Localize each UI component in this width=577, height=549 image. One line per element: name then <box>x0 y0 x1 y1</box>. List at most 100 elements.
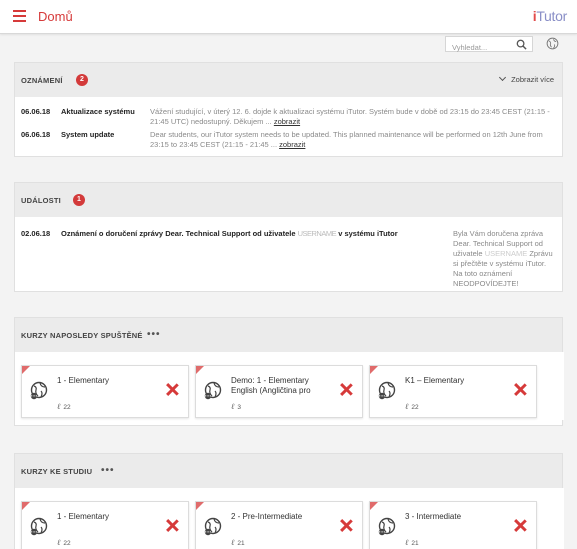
lesson-icon: ℓ <box>57 538 61 547</box>
course-title: 2 - Pre-Intermediate <box>231 512 303 521</box>
show-more-button[interactable]: Zobrazit více <box>499 73 554 84</box>
course-title: Demo: 1 - Elementary English (Angličtina… <box>231 376 311 395</box>
lesson-count-value: 3 <box>237 404 241 411</box>
lesson-icon: ℓ <box>405 402 409 411</box>
course-card[interactable]: ••• 3 - Intermediate ℓ 21 <box>369 501 537 549</box>
study-courses-title: KURZY KE STUDIU <box>21 467 93 476</box>
corner-marker <box>196 502 204 510</box>
chevron-down-icon <box>499 73 507 82</box>
events-title: UDÁLOSTI <box>21 196 61 205</box>
recent-courses-header: KURZY NAPOSLEDY SPUŠTĚNÉ ••• <box>15 318 562 352</box>
announcement-text: Vážení studující, v úterý 12. 6. dojde k… <box>150 107 550 127</box>
search-input[interactable] <box>446 40 510 55</box>
blurred-username: USERNAME <box>297 229 337 238</box>
globe-icon[interactable] <box>546 37 559 50</box>
svg-text:•••: ••• <box>378 529 385 534</box>
course-title: K1 – Elementary <box>405 376 465 385</box>
course-globe-icon: ••• <box>204 517 222 536</box>
study-courses-panel: KURZY KE STUDIU ••• ••• 1 - Elementary ℓ… <box>14 453 564 549</box>
event-title: Oznámení o doručení zprávy Dear. Technic… <box>61 229 398 238</box>
course-title: 1 - Elementary <box>57 512 110 521</box>
event-title-suffix: v systému iTutor <box>338 229 398 238</box>
course-globe-icon: ••• <box>378 517 396 536</box>
course-card[interactable]: ••• 2 - Pre-Intermediate ℓ 21 <box>195 501 363 549</box>
lesson-count-value: 22 <box>63 404 71 411</box>
svg-text:•••: ••• <box>204 529 211 534</box>
remove-course-icon[interactable] <box>340 519 352 531</box>
course-card[interactable]: ••• 1 - Elementary ℓ 22 <box>21 501 189 549</box>
announcements-title: OZNÁMENÍ <box>21 76 63 85</box>
announcement-date: 06.06.18 <box>21 130 51 139</box>
announcement-title: System update <box>61 130 115 139</box>
remove-course-icon[interactable] <box>514 519 526 531</box>
svg-text:•••: ••• <box>30 529 37 534</box>
lesson-count-value: 22 <box>63 540 71 547</box>
announcement-text-body: Vážení studující, v úterý 12. 6. dojde k… <box>150 107 550 126</box>
corner-marker <box>196 366 204 374</box>
event-text: Byla Vám doručena zpráva Dear. Technical… <box>453 229 557 289</box>
announcement-title: Aktualizace systému <box>61 107 135 116</box>
more-options-icon[interactable]: ••• <box>101 465 115 476</box>
lesson-icon: ℓ <box>231 538 235 547</box>
course-card[interactable]: ••• K1 – Elementary ℓ 22 <box>369 365 537 418</box>
events-panel: UDÁLOSTI 1 02.06.18 Oznámení o doručení … <box>14 182 563 292</box>
event-date: 02.06.18 <box>21 229 51 238</box>
lesson-icon: ℓ <box>57 402 61 411</box>
itutor-logo[interactable]: iTutor <box>533 8 568 24</box>
remove-course-icon[interactable] <box>340 383 352 395</box>
svg-text:•••: ••• <box>30 393 37 398</box>
course-lesson-count: ℓ 22 <box>405 402 419 411</box>
announcement-text-body: Dear students, our iTutor system needs t… <box>150 130 543 149</box>
course-lesson-count: ℓ3 <box>231 402 241 411</box>
remove-course-icon[interactable] <box>166 383 178 395</box>
announcements-badge: 2 <box>76 74 88 86</box>
course-card[interactable]: ••• 1 - Elementary ℓ 22 <box>21 365 189 418</box>
course-lesson-count: ℓ 21 <box>405 538 419 547</box>
corner-marker <box>22 366 30 374</box>
course-lesson-count: ℓ 22 <box>57 402 71 411</box>
svg-text:•••: ••• <box>204 393 211 398</box>
announcements-header: OZNÁMENÍ 2 Zobrazit více <box>15 63 562 97</box>
announcement-text: Dear students, our iTutor system needs t… <box>150 130 550 150</box>
lesson-count-value: 21 <box>237 540 245 547</box>
search-icon[interactable] <box>516 39 527 50</box>
recent-courses-list: ••• 1 - Elementary ℓ 22 ••• Demo: 1 - Ele… <box>15 352 564 420</box>
corner-marker <box>370 502 378 510</box>
study-courses-header: KURZY KE STUDIU ••• <box>15 454 562 488</box>
recent-courses-title: KURZY NAPOSLEDY SPUŠTĚNÉ <box>21 331 143 340</box>
event-item[interactable]: 02.06.18 Oznámení o doručení zprávy Dear… <box>15 217 564 289</box>
course-lesson-count: ℓ 22 <box>57 538 71 547</box>
course-title: 3 - Intermediate <box>405 512 462 521</box>
announcement-date: 06.06.18 <box>21 107 51 116</box>
page-title: Domů <box>38 9 73 24</box>
course-card[interactable]: ••• Demo: 1 - Elementary English (Anglič… <box>195 365 363 418</box>
corner-marker <box>22 502 30 510</box>
event-title-prefix: Oznámení o doručení zprávy Dear. Technic… <box>61 229 296 238</box>
events-badge: 1 <box>73 194 85 206</box>
lesson-count-value: 22 <box>411 404 419 411</box>
study-courses-list: ••• 1 - Elementary ℓ 22 ••• 2 - Pre-Inter… <box>15 488 564 549</box>
announcements-panel: OZNÁMENÍ 2 Zobrazit více 06.06.18 Aktual… <box>14 62 563 157</box>
lesson-icon: ℓ <box>405 538 409 547</box>
remove-course-icon[interactable] <box>514 383 526 395</box>
course-globe-icon: ••• <box>30 517 48 536</box>
recent-courses-panel: KURZY NAPOSLEDY SPUŠTĚNÉ ••• ••• 1 - Ele… <box>14 317 564 426</box>
remove-course-icon[interactable] <box>166 519 178 531</box>
search-box <box>445 36 533 55</box>
course-globe-icon: ••• <box>30 381 48 400</box>
show-more-label: Zobrazit více <box>511 75 554 84</box>
hamburger-icon[interactable] <box>13 10 26 22</box>
announcement-show-link[interactable]: zobrazit <box>279 140 305 149</box>
course-globe-icon: ••• <box>204 381 222 400</box>
events-header: UDÁLOSTI 1 <box>15 183 562 217</box>
lesson-count-value: 21 <box>411 540 419 547</box>
course-globe-icon: ••• <box>378 381 396 400</box>
top-bar: Domů iTutor <box>0 0 577 34</box>
logo-text-tutor: Tutor <box>536 8 567 24</box>
more-options-icon[interactable]: ••• <box>147 329 161 340</box>
course-title: 1 - Elementary <box>57 376 110 385</box>
corner-marker <box>370 366 378 374</box>
svg-text:•••: ••• <box>378 393 385 398</box>
announcement-show-link[interactable]: zobrazit <box>274 117 300 126</box>
course-lesson-count: ℓ 21 <box>231 538 245 547</box>
